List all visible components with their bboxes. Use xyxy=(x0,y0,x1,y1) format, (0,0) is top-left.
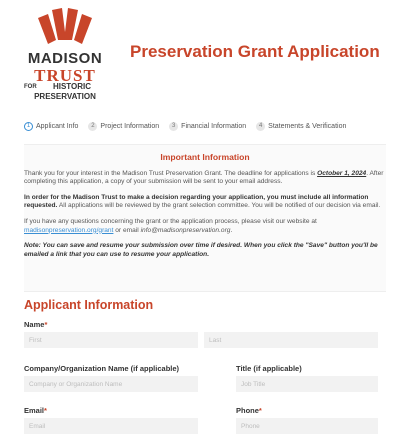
important-information-title: Important Information xyxy=(160,152,250,162)
grant-website-link[interactable]: madisonpreservation.org/grant xyxy=(24,227,113,234)
requirements-paragraph: In order for the Madison Trust to make a… xyxy=(24,194,386,211)
logo-arch-icon xyxy=(38,8,92,44)
phone-label-text: Phone xyxy=(236,406,259,415)
step-financial-information[interactable]: 3 Financial Information xyxy=(169,122,246,131)
save-resume-note: Note: You can save and resume your submi… xyxy=(24,242,378,258)
first-name-input[interactable] xyxy=(24,332,198,348)
page-header: MADISON TRUST FOR HISTORIC PRESERVATION … xyxy=(0,0,406,108)
phone-input[interactable] xyxy=(236,418,378,434)
logo-historic-text: HISTORIC xyxy=(52,82,92,91)
step-applicant-info[interactable]: 1 Applicant Info xyxy=(24,122,78,131)
page-title: Preservation Grant Application xyxy=(130,42,380,61)
step-label: Project Information xyxy=(100,123,160,130)
email-label: Email* xyxy=(24,406,47,415)
intro-text: Thank you for your interest in the Madis… xyxy=(24,169,318,177)
applicant-information-heading: Applicant Information xyxy=(24,298,154,312)
required-asterisk: * xyxy=(44,320,48,329)
last-name-input[interactable] xyxy=(204,332,378,348)
contact-text-middle: or email xyxy=(113,226,141,234)
step-statements-verification[interactable]: 4 Statements & Verification xyxy=(256,122,346,131)
job-title-input[interactable] xyxy=(236,376,378,392)
phone-label: Phone* xyxy=(236,406,262,415)
required-asterisk: * xyxy=(44,406,47,415)
madison-trust-logo[interactable]: MADISON TRUST FOR HISTORIC PRESERVATION xyxy=(20,6,110,102)
logo-madison-text: MADISON xyxy=(27,50,103,67)
email-label-text: Email xyxy=(24,406,45,415)
contact-text: If you have any questions concerning the… xyxy=(24,217,317,225)
step-label: Applicant Info xyxy=(36,123,79,130)
required-asterisk: * xyxy=(258,406,262,415)
job-title-label: Title (if applicable) xyxy=(236,364,302,373)
contact-paragraph: If you have any questions concerning the… xyxy=(24,218,386,235)
contact-email: info@madisonpreservation.org xyxy=(140,226,231,234)
step-number: 3 xyxy=(169,122,179,131)
step-number: 4 xyxy=(256,122,266,131)
company-label: Company/Organization Name (if applicable… xyxy=(24,364,180,373)
deadline-paragraph: Thank you for your interest in the Madis… xyxy=(24,170,386,187)
step-label: Financial Information xyxy=(181,123,247,130)
important-information-panel: Important Information Thank you for your… xyxy=(24,144,386,292)
progress-steps: 1 Applicant Info 2 Project Information 3… xyxy=(24,122,346,131)
deadline-date: October 1, 2024 xyxy=(317,169,367,177)
name-label-text: Name xyxy=(24,320,45,329)
step-number: 2 xyxy=(88,122,98,131)
step-project-information[interactable]: 2 Project Information xyxy=(88,122,159,131)
email-input[interactable] xyxy=(24,418,198,434)
company-input[interactable] xyxy=(24,376,198,392)
logo-preservation-text: PRESERVATION xyxy=(34,92,96,101)
step-label: Statements & Verification xyxy=(268,123,347,130)
name-label: Name* xyxy=(24,320,47,329)
requirements-text: All applications will be reviewed by the… xyxy=(57,202,381,210)
step-number: 1 xyxy=(24,122,33,131)
contact-text-end: . xyxy=(230,226,233,234)
